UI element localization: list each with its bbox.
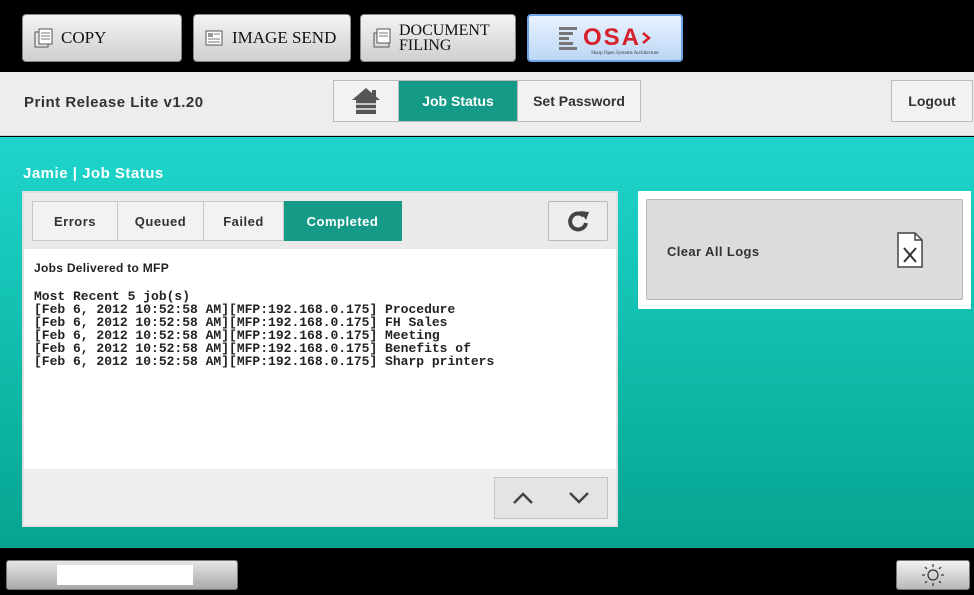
job-log: Jobs Delivered to MFP Most Recent 5 job(… xyxy=(34,261,609,368)
main-area: Jamie | Job Status Errors Queued Failed … xyxy=(0,137,974,548)
scroll-toolbar xyxy=(24,469,616,525)
osa-arrow-icon xyxy=(642,32,651,44)
chevron-up-icon xyxy=(513,492,533,504)
status-field xyxy=(57,565,193,585)
scroll-up-button[interactable] xyxy=(495,478,551,518)
osa-label: OSA xyxy=(582,24,641,51)
clear-all-logs-label: Clear All Logs xyxy=(667,244,760,259)
app-header: Print Release Lite v1.20 Job Status Set … xyxy=(0,72,974,136)
scroll-controls xyxy=(494,477,608,519)
document-filing-mode-button[interactable]: DOCUMENT FILING xyxy=(360,14,516,62)
brightness-button[interactable] xyxy=(896,560,970,590)
actions-panel: Clear All Logs xyxy=(638,191,971,309)
document-filing-icon xyxy=(371,27,393,49)
osa-bars-icon xyxy=(558,26,577,50)
main-nav: Job Status Set Password xyxy=(333,80,641,122)
clear-all-logs-button[interactable]: Clear All Logs xyxy=(646,199,963,300)
log-line: [Feb 6, 2012 10:52:58 AM][MFP:192.168.0.… xyxy=(34,354,495,369)
tab-set-password[interactable]: Set Password xyxy=(518,80,641,122)
page-title: Jamie | Job Status xyxy=(23,165,164,182)
filter-toolbar: Errors Queued Failed Completed xyxy=(24,193,616,249)
mode-bar: COPY IMAGE SEND DOCUMENT FILING OSA Shar… xyxy=(0,0,974,72)
copy-mode-button[interactable]: COPY xyxy=(22,14,182,62)
tab-failed[interactable]: Failed xyxy=(204,201,284,241)
log-heading: Jobs Delivered to MFP xyxy=(34,261,169,275)
refresh-icon xyxy=(568,211,589,232)
home-icon xyxy=(352,88,380,114)
logout-button[interactable]: Logout xyxy=(891,80,973,122)
copy-mode-label: COPY xyxy=(61,28,107,47)
delete-document-icon xyxy=(897,232,923,268)
copy-icon xyxy=(33,27,55,49)
filter-tabs: Errors Queued Failed Completed xyxy=(32,201,402,241)
scroll-down-button[interactable] xyxy=(551,478,607,518)
document-filing-label-line1: DOCUMENT xyxy=(399,22,490,39)
refresh-button[interactable] xyxy=(548,201,608,241)
image-send-mode-label: IMAGE SEND xyxy=(232,28,337,47)
osa-logo: OSA xyxy=(558,24,651,52)
osa-tagline: Sharp Open Systems Architecture xyxy=(591,51,659,56)
home-button[interactable] xyxy=(333,80,399,122)
job-status-indicator[interactable] xyxy=(6,560,238,590)
job-log-panel: Errors Queued Failed Completed Jobs Deli… xyxy=(22,191,618,527)
tab-job-status[interactable]: Job Status xyxy=(399,80,518,122)
chevron-down-icon xyxy=(569,492,589,504)
app-title: Print Release Lite v1.20 xyxy=(24,94,204,111)
brightness-icon xyxy=(922,564,944,586)
tab-completed[interactable]: Completed xyxy=(284,201,402,241)
image-send-mode-button[interactable]: IMAGE SEND xyxy=(193,14,351,62)
document-filing-label-line2: FILING xyxy=(399,37,452,54)
image-send-icon xyxy=(204,27,226,49)
system-bar xyxy=(0,548,974,595)
tab-queued[interactable]: Queued xyxy=(118,201,204,241)
osa-mode-button[interactable]: OSA Sharp Open Systems Architecture xyxy=(527,14,683,62)
tab-errors[interactable]: Errors xyxy=(32,201,118,241)
